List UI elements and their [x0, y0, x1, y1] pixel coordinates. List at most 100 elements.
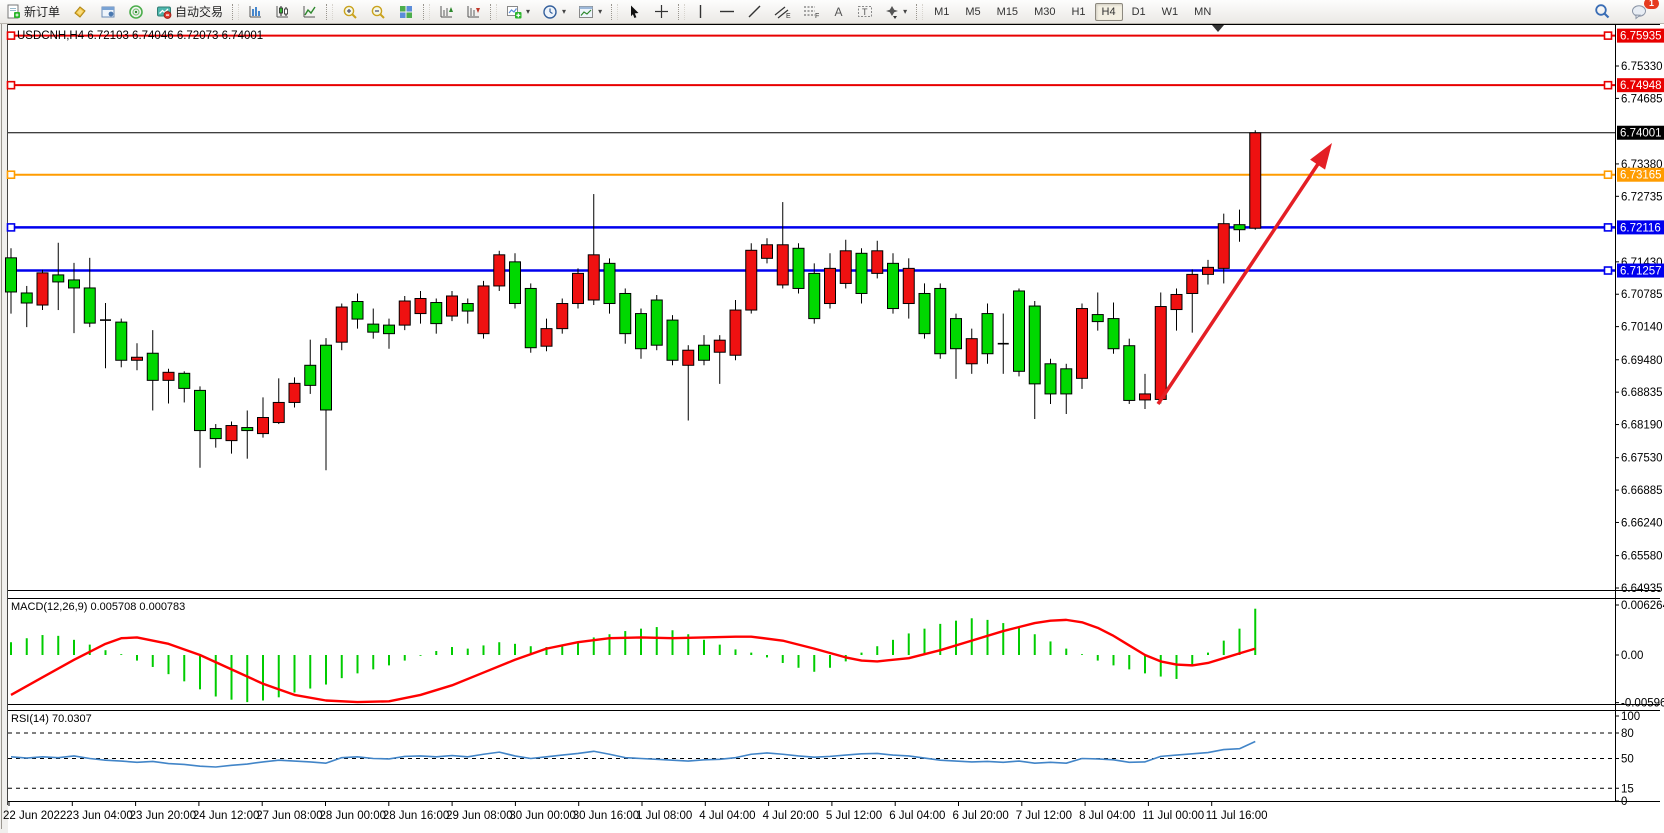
candle [557, 299, 568, 334]
period-decrease-button[interactable] [461, 2, 486, 21]
candle [825, 253, 836, 308]
price-axis-label: 6.68190 [1621, 420, 1663, 432]
price-axis-label: 6.66240 [1621, 517, 1663, 529]
hline-handle[interactable] [1605, 82, 1612, 89]
timeframe-button-M15[interactable]: M15 [990, 3, 1025, 21]
cursor-tool-button[interactable] [622, 2, 647, 21]
equidistant-channel-tool-button[interactable]: E [769, 2, 796, 21]
hline-handle[interactable] [8, 224, 15, 231]
timeframe-button-H1[interactable]: H1 [1064, 3, 1092, 21]
search-icon [1594, 3, 1611, 20]
zoom-out-icon [370, 4, 386, 20]
terminal-window-button[interactable] [95, 2, 121, 22]
market-watch-button[interactable] [67, 2, 93, 22]
timeframe-button-M5[interactable]: M5 [958, 3, 987, 21]
candle [336, 304, 347, 351]
macd-signal-line [11, 620, 1255, 702]
price-tag-6.74001: 6.74001 [1617, 126, 1664, 140]
svg-text:6.71257: 6.71257 [1620, 266, 1662, 278]
macd-axis-label: -0.005964 [1621, 698, 1664, 710]
candle [730, 300, 741, 360]
hline-handle[interactable] [8, 171, 15, 178]
timeframe-button-M30[interactable]: M30 [1027, 3, 1062, 21]
tile-windows-button[interactable] [393, 2, 419, 22]
signals-button[interactable] [123, 2, 149, 22]
vertical-line-tool-button[interactable] [689, 2, 712, 21]
zoom-in-button[interactable] [337, 2, 363, 22]
timeframe-button-W1[interactable]: W1 [1155, 3, 1186, 21]
trendline-tool-button[interactable] [742, 2, 767, 21]
crosshair-tool-button[interactable] [649, 2, 674, 21]
timeframe-button-H4[interactable]: H4 [1095, 3, 1123, 21]
timeframe-button-M1[interactable]: M1 [927, 3, 956, 21]
chart-canvas[interactable]: USDCNH,H4 6.72103 6.74046 6.72073 6.7400… [0, 24, 1664, 833]
hline-6.72116[interactable] [8, 224, 1616, 231]
text-tool-button[interactable]: A [827, 2, 850, 21]
bar-chart-button[interactable] [243, 2, 268, 21]
candle [762, 238, 773, 263]
new-order-button[interactable]: 新订单 [1, 1, 65, 22]
price-axis-label: 6.69480 [1621, 355, 1663, 367]
time-axis-label: 11 Jul 16:00 [1206, 810, 1268, 822]
periods-menu-caret: ▾ [562, 7, 566, 16]
periods-menu-button[interactable]: ▾ [537, 2, 571, 22]
cursor-icon [627, 4, 642, 19]
candle [431, 299, 442, 334]
candle [683, 345, 694, 420]
chart-window: USDCNH,H4 6.72103 6.74046 6.72073 6.7400… [0, 24, 1664, 833]
candle [541, 319, 552, 352]
time-axis-label: 5 Jul 12:00 [826, 810, 882, 822]
horizontal-line-tool-button[interactable] [714, 2, 740, 21]
time-axis-label: 27 Jun 08:00 [256, 810, 323, 822]
rsi-line [11, 742, 1255, 768]
candles [6, 130, 1261, 470]
add-indicator-button[interactable]: ▾ [501, 2, 535, 22]
rsi-axis-label: 0 [1621, 796, 1627, 808]
hline-handle[interactable] [1605, 32, 1612, 39]
horizontal-line-icon [719, 4, 735, 19]
hline-handle[interactable] [8, 32, 15, 39]
fibonacci-tool-button[interactable]: F [798, 2, 825, 21]
vertical-line-icon [694, 4, 707, 19]
text-label-tool-button[interactable]: T [852, 2, 878, 21]
fibonacci-icon: F [803, 4, 820, 19]
line-chart-button[interactable] [297, 2, 322, 21]
period-increase-button[interactable] [434, 2, 459, 21]
price-tag-6.75935: 6.75935 [1617, 29, 1664, 43]
arrows-tool-button[interactable]: ▾ [880, 2, 912, 21]
candle [1092, 292, 1103, 330]
hline-6.74948[interactable] [8, 82, 1616, 89]
time-axis: 22 Jun 202223 Jun 04:0023 Jun 20:0024 Ju… [3, 802, 1268, 822]
add-indicator-caret: ▾ [526, 7, 530, 16]
hline-handle[interactable] [1605, 224, 1612, 231]
time-axis-label: 4 Jul 04:00 [699, 810, 755, 822]
candlestick-chart-button[interactable] [270, 2, 295, 21]
time-axis-label: 11 Jul 00:00 [1142, 810, 1204, 822]
hline-6.73165[interactable] [8, 171, 1616, 178]
search-button[interactable] [1589, 1, 1616, 22]
candle [903, 258, 914, 318]
auto-trading-icon [156, 4, 172, 20]
time-axis-label: 6 Jul 20:00 [953, 810, 1009, 822]
chart-shift-marker[interactable] [1212, 25, 1224, 32]
candle [258, 397, 269, 437]
price-axis-label: 6.65580 [1621, 551, 1663, 563]
candle [273, 378, 284, 424]
templates-button[interactable]: ▾ [573, 2, 607, 22]
candle [793, 243, 804, 293]
timeframe-button-MN[interactable]: MN [1187, 3, 1218, 21]
hline-handle[interactable] [1605, 267, 1612, 274]
timeframe-button-D1[interactable]: D1 [1125, 3, 1153, 21]
hline-handle[interactable] [1605, 171, 1612, 178]
candle [132, 343, 143, 370]
equidistant-channel-icon: E [774, 4, 791, 19]
candle [620, 288, 631, 343]
candle [667, 315, 678, 365]
hline-handle[interactable] [8, 82, 15, 89]
candle [84, 258, 95, 327]
candle [1029, 301, 1040, 419]
notifications-button[interactable]: 1 [1626, 2, 1653, 22]
zoom-out-button[interactable] [365, 2, 391, 22]
price-axis-label: 6.70140 [1621, 322, 1663, 334]
auto-trading-button[interactable]: 自动交易 [151, 1, 228, 22]
